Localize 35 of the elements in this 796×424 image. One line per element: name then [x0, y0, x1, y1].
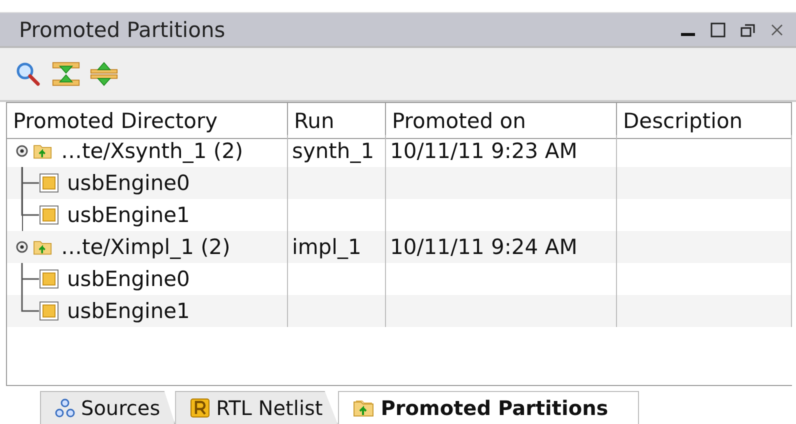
panel-tab[interactable]: Promoted Partitions: [338, 391, 640, 424]
expand-all-icon[interactable]: [90, 60, 118, 88]
partition-name: usbEngine1: [67, 299, 190, 323]
column-header[interactable]: Promoted Directory: [7, 103, 288, 139]
panel-tab[interactable]: RTL Netlist: [175, 391, 338, 424]
directory-name: …te/Xsynth_1 (2): [61, 139, 244, 163]
run-name: impl_1: [292, 235, 362, 259]
directory-name: …te/Ximpl_1 (2): [61, 235, 230, 259]
restore-icon[interactable]: [740, 22, 756, 38]
expanded-toggle-icon[interactable]: [15, 240, 29, 254]
folder-arrow-icon: [352, 398, 375, 418]
block-icon: [39, 269, 59, 289]
promoted-date: 10/11/11 9:24 AM: [390, 235, 578, 259]
column-header[interactable]: Run: [288, 103, 386, 139]
block-icon: [39, 173, 59, 193]
maximize-icon[interactable]: [710, 22, 726, 38]
promoted-date: 10/11/11 9:23 AM: [390, 139, 578, 163]
folder-arrow-icon: [33, 238, 53, 256]
block-icon: [39, 205, 59, 225]
column-header[interactable]: Promoted on: [386, 103, 617, 139]
column-header[interactable]: Description: [617, 103, 792, 139]
folder-arrow-icon: [33, 142, 53, 160]
panel-tab[interactable]: Sources: [40, 391, 176, 424]
partition-name: usbEngine0: [67, 171, 190, 195]
close-icon[interactable]: [770, 22, 784, 36]
collapse-all-icon[interactable]: [52, 60, 80, 88]
panel-title: Promoted Partitions: [19, 18, 226, 42]
partition-name: usbEngine0: [67, 267, 190, 291]
hierarchy-icon: [55, 398, 75, 418]
partition-name: usbEngine1: [67, 203, 190, 227]
netlist-icon: [190, 398, 210, 418]
block-icon: [39, 301, 59, 321]
expanded-toggle-icon[interactable]: [15, 144, 29, 158]
run-name: synth_1: [292, 139, 374, 163]
search-icon[interactable]: [14, 61, 42, 87]
